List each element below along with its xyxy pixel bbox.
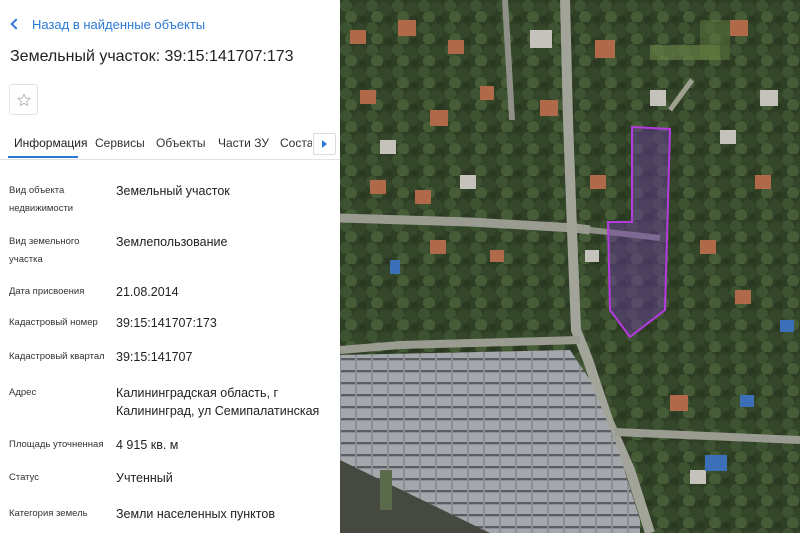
active-tab-indicator xyxy=(8,156,78,158)
info-value: Земельный участок xyxy=(116,184,230,198)
info-label: Вид земельного участка xyxy=(9,236,80,265)
triangle-right-icon xyxy=(322,140,327,148)
tab-objects[interactable]: Объекты xyxy=(156,136,206,150)
info-label: Статус xyxy=(9,472,40,483)
info-value: Учтенный xyxy=(116,471,173,485)
info-label: Дата присвоения xyxy=(9,286,85,297)
satellite-map[interactable] xyxy=(340,0,800,533)
star-outline-icon xyxy=(16,93,31,106)
info-value: Землепользование xyxy=(116,235,228,249)
info-label: Адрес xyxy=(9,387,37,398)
back-link-label: Назад в найденные объекты xyxy=(32,16,206,32)
tab-composition[interactable]: Состав xyxy=(280,136,312,150)
info-value: 39:15:141707:173 xyxy=(116,316,217,330)
info-label: Вид объекта недвижимости xyxy=(9,185,74,214)
info-label: Кадастровый номер xyxy=(9,317,98,328)
info-value: Земли населенных пунктов xyxy=(116,507,275,521)
info-label: Категория земель xyxy=(9,508,88,519)
chevron-left-icon xyxy=(10,18,22,30)
back-link[interactable]: Назад в найденные объекты xyxy=(10,14,206,34)
favorite-button[interactable] xyxy=(9,84,38,115)
page-title: Земельный участок: 39:15:141707:173 xyxy=(10,48,294,65)
tabs-next-button[interactable] xyxy=(313,133,336,155)
info-value: 4 915 кв. м xyxy=(116,438,179,452)
info-panel: Назад в найденные объекты Земельный учас… xyxy=(0,0,340,533)
satellite-imagery xyxy=(340,0,800,533)
tab-services[interactable]: Сервисы xyxy=(95,136,145,150)
tab-information[interactable]: Информация xyxy=(14,136,87,150)
info-label: Кадастровый квартал xyxy=(9,351,105,362)
tab-parcel-parts[interactable]: Части ЗУ xyxy=(218,136,269,150)
info-value: 21.08.2014 xyxy=(116,285,179,299)
info-label: Площадь уточненная xyxy=(9,439,104,450)
info-value: Калининградская область, г Калининград, … xyxy=(116,386,320,418)
tab-overflow-clip: Состав xyxy=(280,130,312,159)
info-value: 39:15:141707 xyxy=(116,350,193,364)
